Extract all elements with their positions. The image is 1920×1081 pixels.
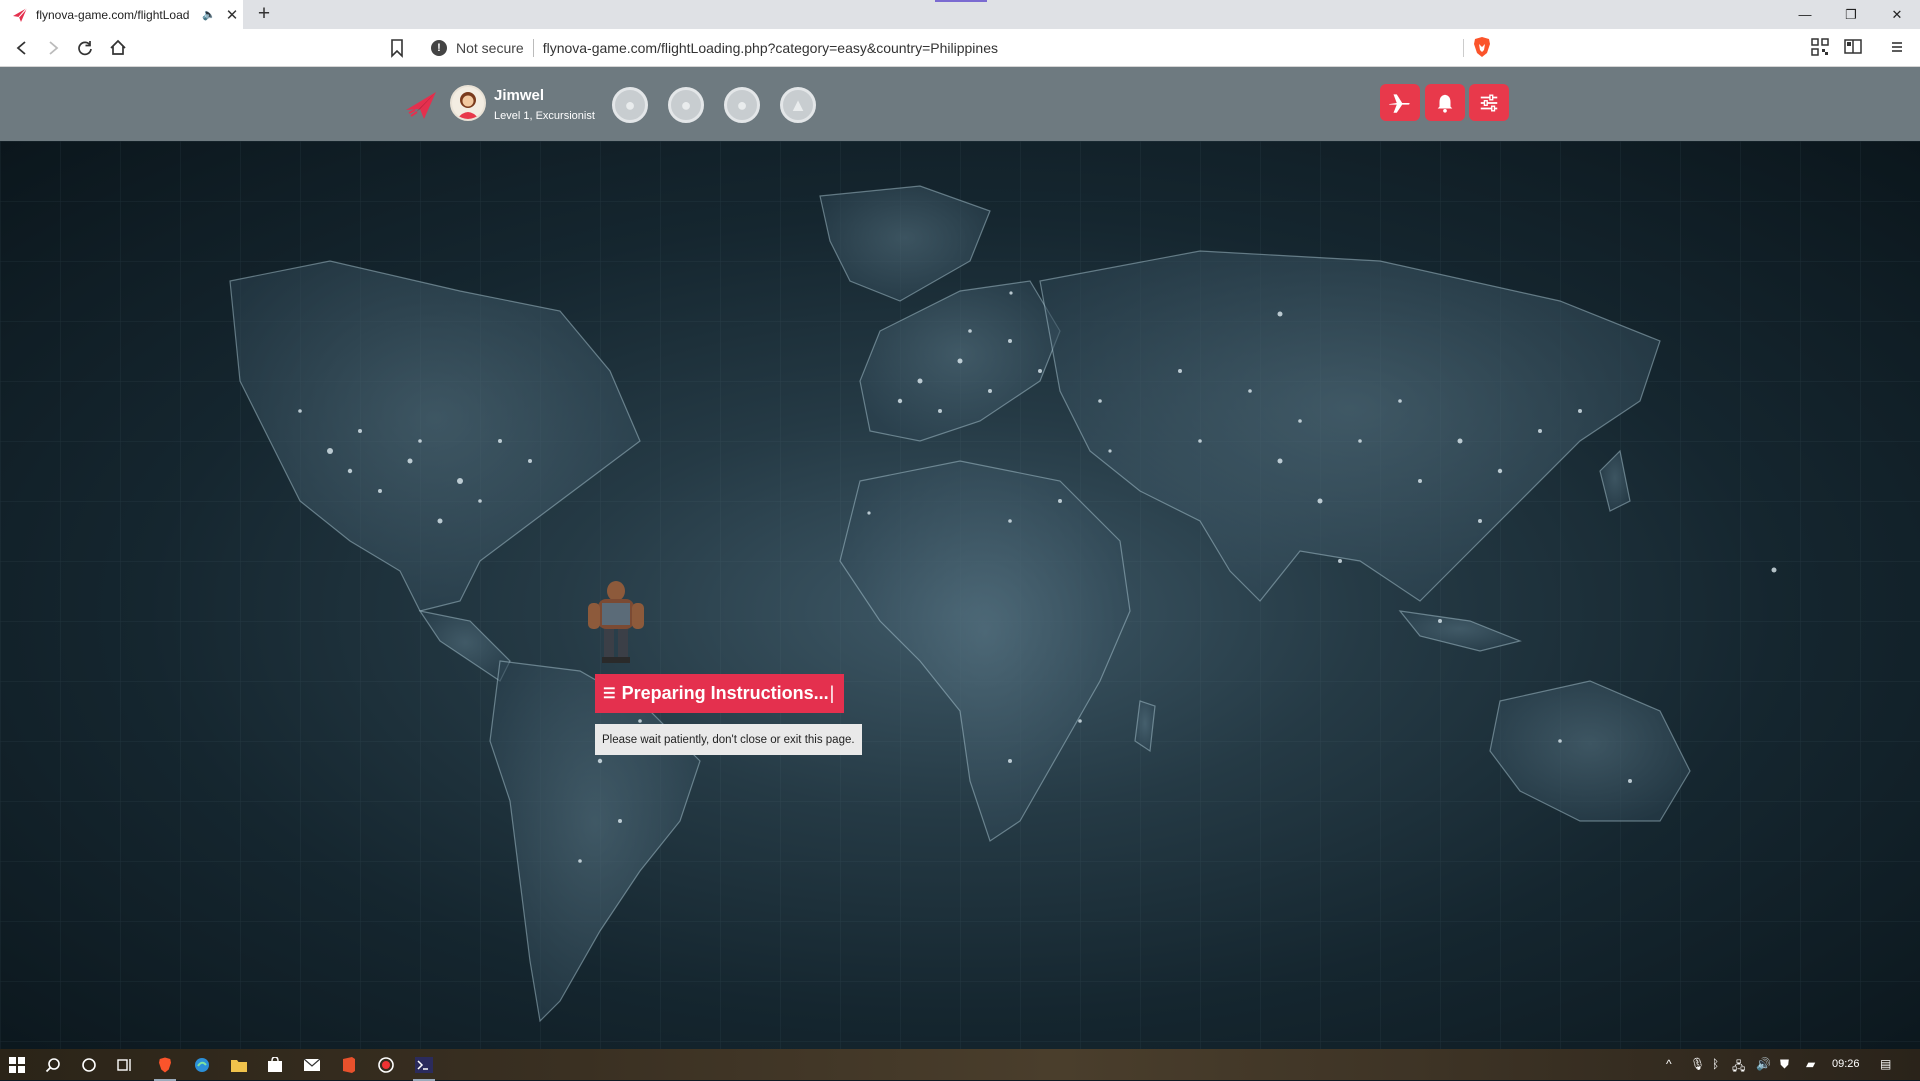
flynova-favicon-icon — [12, 7, 28, 23]
plane-icon — [1389, 93, 1410, 113]
omnibox-divider — [1463, 39, 1464, 57]
bell-icon — [1437, 94, 1453, 113]
settings-button[interactable] — [1469, 84, 1509, 121]
menu-icon[interactable] — [1887, 38, 1907, 58]
home-icon[interactable] — [107, 37, 129, 59]
browser-tab-bar: flynova-game.com/flightLoad 🔈 ✕ + — ❐ ✕ — [0, 0, 1920, 29]
window-controls: — ❐ ✕ — [1782, 0, 1920, 29]
address-separator — [532, 39, 534, 57]
tab-close-icon[interactable]: ✕ — [226, 6, 239, 24]
close-window-icon[interactable]: ✕ — [1874, 0, 1920, 29]
store-icon[interactable] — [264, 1054, 286, 1076]
badge-2-icon[interactable]: ● — [668, 87, 704, 123]
qr-code-icon[interactable] — [1810, 38, 1830, 58]
microphone-icon[interactable]: 🎙 — [1690, 1057, 1705, 1071]
notification-center-icon[interactable]: ▤ — [1880, 1057, 1891, 1071]
badge-4-icon[interactable]: ▲ — [780, 87, 816, 123]
flynova-logo-icon[interactable] — [404, 88, 438, 122]
tab-audio-icon[interactable]: 🔈 — [202, 8, 216, 21]
back-icon[interactable] — [11, 37, 33, 59]
minimize-icon[interactable]: — — [1782, 0, 1828, 29]
site-info-icon[interactable]: ! — [431, 40, 447, 56]
tray-chevron-icon[interactable]: ^ — [1666, 1057, 1672, 1071]
powershell-icon[interactable] — [413, 1054, 435, 1081]
new-tab-button[interactable]: + — [252, 3, 276, 27]
start-icon[interactable] — [6, 1054, 28, 1076]
badge-3-icon[interactable]: ● — [724, 87, 760, 123]
restore-icon[interactable]: ❐ — [1828, 0, 1874, 29]
taskbar: ^ 🎙 ᛒ 🖧 🔊 ⛊ ▰ 09:26 ▤ — [0, 1049, 1920, 1081]
preparing-instructions-banner: ☰ Preparing Instructions... | — [595, 674, 845, 713]
bookmark-icon[interactable] — [389, 38, 405, 58]
notifications-button[interactable] — [1425, 84, 1465, 121]
game-header: Jimwel Level 1, Excursionist ● ● ● ▲ — [0, 67, 1920, 141]
tab-title: flynova-game.com/flightLoad — [36, 7, 190, 22]
cortana-icon[interactable] — [78, 1054, 100, 1076]
clock[interactable]: 09:26 — [1832, 1058, 1860, 1070]
wait-message: Please wait patiently, don't close or ex… — [595, 724, 862, 755]
typing-cursor: | — [829, 683, 835, 703]
brave-shield-icon[interactable] — [1472, 35, 1492, 59]
browser-toolbar: ! Not secure flynova-game.com/flightLoad… — [0, 29, 1920, 67]
list-icon: ☰ — [603, 685, 616, 701]
forward-icon[interactable] — [42, 37, 64, 59]
address-bar[interactable]: ! Not secure flynova-game.com/flightLoad… — [419, 34, 1499, 62]
loading-title: Preparing Instructions... — [621, 683, 829, 703]
world-map: ☰ Preparing Instructions... | Please wai… — [0, 141, 1920, 1049]
volume-icon[interactable]: 🔊 — [1756, 1057, 1771, 1071]
network-icon[interactable]: 🖧 — [1732, 1057, 1745, 1078]
user-level: Level 1, Excursionist — [494, 110, 595, 122]
shield-tray-icon[interactable]: ⛊ — [1780, 1057, 1789, 1072]
badge-1-icon[interactable]: ● — [612, 87, 648, 123]
browser-tab[interactable]: flynova-game.com/flightLoad 🔈 ✕ — [0, 0, 243, 29]
mail-icon[interactable] — [301, 1054, 323, 1076]
plane-button[interactable] — [1380, 84, 1420, 121]
file-explorer-icon[interactable] — [228, 1054, 250, 1076]
reload-icon[interactable] — [74, 37, 96, 59]
gpu-tray-icon[interactable]: ▰ — [1806, 1057, 1815, 1071]
settings-sliders-icon — [1480, 94, 1498, 111]
avatar[interactable] — [450, 85, 486, 121]
player-character — [582, 573, 650, 665]
reader-mode-icon[interactable] — [1843, 38, 1863, 58]
brave-browser-taskbar-icon[interactable] — [154, 1054, 176, 1081]
search-icon[interactable] — [42, 1054, 64, 1076]
tabbar-accent — [935, 0, 987, 2]
recorder-icon[interactable] — [375, 1054, 397, 1076]
edge-taskbar-icon[interactable] — [191, 1054, 213, 1076]
office-icon[interactable] — [338, 1054, 360, 1076]
security-label: Not secure — [456, 40, 524, 56]
bluetooth-icon[interactable]: ᛒ — [1712, 1057, 1719, 1071]
username[interactable]: Jimwel — [494, 87, 544, 104]
world-map-graphic — [0, 141, 1920, 1049]
task-view-icon[interactable] — [114, 1054, 136, 1076]
url-text[interactable]: flynova-game.com/flightLoading.php?categ… — [543, 40, 998, 56]
